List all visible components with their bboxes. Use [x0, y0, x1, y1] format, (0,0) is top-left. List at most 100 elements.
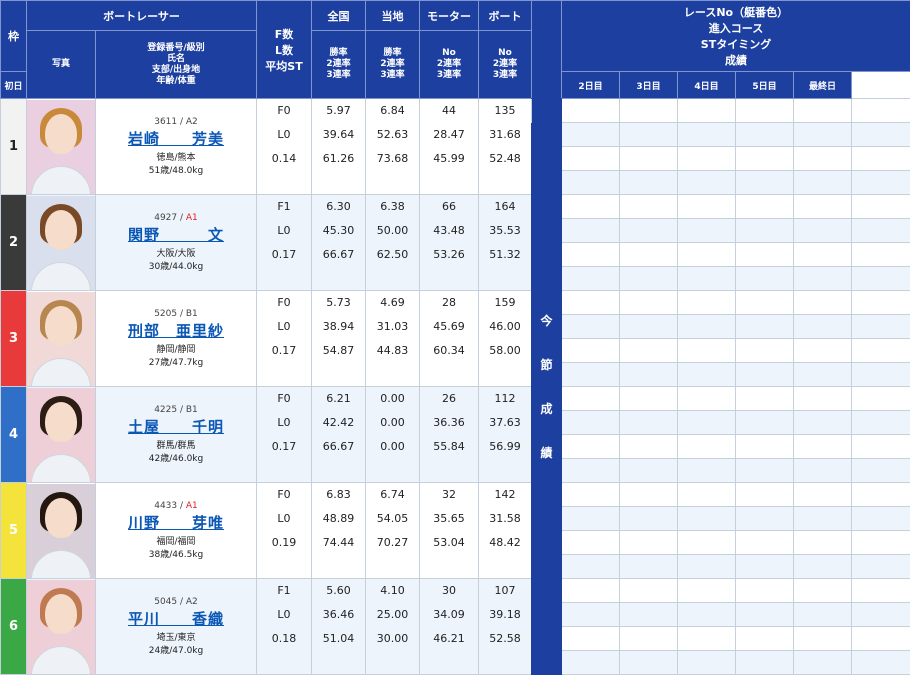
result-cell: [677, 338, 736, 363]
result-cell: [735, 530, 794, 555]
result-cell: [619, 530, 678, 555]
stat-spacer: [419, 458, 479, 483]
face-shape: [45, 209, 77, 250]
result-cell: [735, 506, 794, 531]
zen-value: 6.30: [311, 194, 366, 219]
touchi-header: 当地: [365, 0, 420, 31]
motor-sub-line: No: [442, 48, 456, 58]
age-weight: 24歳/47.0kg: [148, 645, 204, 656]
motor-value: 28: [419, 290, 479, 315]
stat-spacer: [478, 362, 532, 387]
result-cell: [561, 146, 620, 171]
uniform-shape: [31, 453, 91, 482]
result-cell: [850, 98, 910, 123]
result-cell: [850, 170, 910, 195]
result-cell: [619, 434, 678, 459]
motor-value: 45.69: [419, 314, 479, 339]
tou-value: 31.03: [365, 314, 420, 339]
konsetsu-char: 成: [540, 402, 553, 416]
result-cell: [677, 578, 736, 603]
tou-value: 0.00: [365, 410, 420, 435]
result-cell: [561, 626, 620, 651]
konsetsu-char: 節: [540, 358, 553, 372]
boat-value: 56.99: [478, 434, 532, 459]
racer-name-link[interactable]: 関野 文: [98, 227, 254, 242]
touchi-sub-line: 勝率: [383, 48, 402, 58]
result-cell: [793, 410, 852, 435]
result-cell: [619, 650, 678, 675]
portrait-image: [27, 483, 95, 578]
day-header: 3日目: [619, 71, 678, 99]
result-cell: [561, 554, 620, 579]
racer-name-link[interactable]: 平川 香織: [98, 611, 254, 626]
stat-spacer: [311, 554, 366, 579]
boat-value: 58.00: [478, 338, 532, 363]
stat-spacer: [311, 266, 366, 291]
result-cell: [850, 434, 910, 459]
result-cell: [561, 290, 620, 315]
touchi-sub-header: 勝率 2連率 3連率: [365, 30, 420, 99]
boat-value: 164: [478, 194, 532, 219]
zen-value: 5.73: [311, 290, 366, 315]
result-cell: [561, 194, 620, 219]
result-cell: [850, 362, 910, 387]
result-cell: [619, 338, 678, 363]
stat-spacer: [365, 266, 420, 291]
face-shape: [45, 593, 77, 634]
separator: /: [177, 116, 186, 127]
result-cell: [850, 410, 910, 435]
stat-spacer: [256, 362, 312, 387]
branch-birthplace: 静岡/静岡: [156, 344, 196, 355]
boat-value: 52.48: [478, 146, 532, 171]
waku-number: 2: [0, 194, 27, 291]
fl-header-line: L数: [274, 43, 293, 57]
racer-name-link[interactable]: 岩崎 芳美: [98, 131, 254, 146]
result-cell: [619, 266, 678, 291]
racer-info: 5205 / B1 刑部 亜里紗 静岡/静岡 27歳/47.7kg: [95, 290, 257, 387]
racer-name-link[interactable]: 刑部 亜里紗: [98, 323, 254, 338]
racer-class: A1: [185, 212, 198, 223]
day-header: 最終日: [793, 71, 852, 99]
result-cell: [735, 194, 794, 219]
result-cell: [561, 98, 620, 123]
boat-value: 52.58: [478, 626, 532, 651]
motor-value: 53.04: [419, 530, 479, 555]
racer-class: A2: [185, 116, 198, 127]
result-cell: [619, 362, 678, 387]
age-weight: 42歳/46.0kg: [148, 453, 204, 464]
boat-sub-line: 3連率: [492, 70, 518, 80]
zen-value: 6.21: [311, 386, 366, 411]
result-cell: [793, 530, 852, 555]
stat-spacer: [365, 362, 420, 387]
zen-value: 5.97: [311, 98, 366, 123]
result-cell: [619, 98, 678, 123]
racer-class: A2: [185, 596, 198, 607]
konsetsu-text: 今節成績: [533, 312, 561, 461]
fl-header-line: F数: [274, 27, 294, 41]
racer-name-link[interactable]: 川野 芽唯: [98, 515, 254, 530]
result-cell: [793, 362, 852, 387]
result-cell: [561, 650, 620, 675]
tou-value: 70.27: [365, 530, 420, 555]
result-cell: [561, 362, 620, 387]
race-info-header: レースNo（艇番色） 進入コース STタイミング 成績: [560, 0, 910, 72]
result-cell: [793, 338, 852, 363]
motor-value: 43.48: [419, 218, 479, 243]
boat-value: 31.58: [478, 506, 532, 531]
racer-name-link[interactable]: 土屋 千明: [98, 419, 254, 434]
result-cell: [735, 290, 794, 315]
day-header: 4日目: [677, 71, 736, 99]
motor-value: 26: [419, 386, 479, 411]
result-cell: [735, 170, 794, 195]
racer-photo: [26, 578, 96, 675]
racer-info: 4927 / A1 関野 文大阪/大阪 30歳/44.0kg: [95, 194, 257, 291]
result-cell: [561, 266, 620, 291]
separator: /: [177, 596, 186, 607]
boat-value: 48.42: [478, 530, 532, 555]
stat-spacer: [365, 458, 420, 483]
result-cell: [677, 242, 736, 267]
boat-value: 107: [478, 578, 532, 603]
motor-value: 32: [419, 482, 479, 507]
racer-info-line: 年齢/体重: [156, 75, 196, 86]
tou-value: 73.68: [365, 146, 420, 171]
